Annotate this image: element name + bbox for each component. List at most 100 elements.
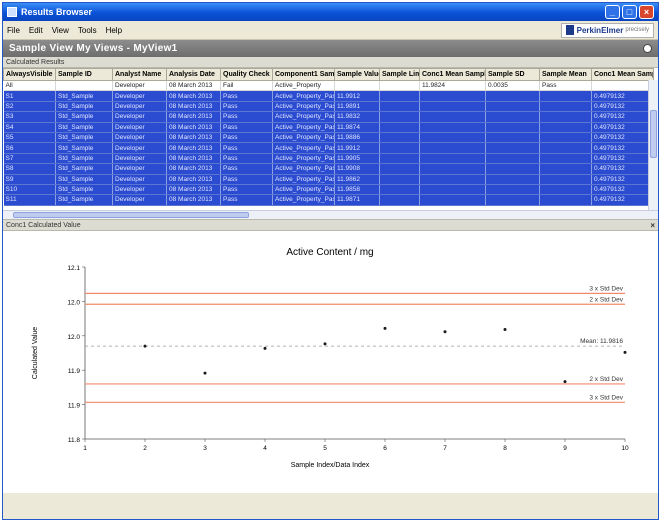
table-row[interactable]: S8 Std_Sample Developer 08 March 2013 Pass Ac… bbox=[3, 163, 654, 175]
table-row[interactable]: S7 Std_Sample Developer 08 March 2013 Pass Ac… bbox=[3, 153, 654, 165]
minimize-button[interactable]: _ bbox=[605, 5, 620, 19]
table-cell: Developer bbox=[112, 80, 167, 92]
table-cell bbox=[419, 90, 486, 102]
y-tick-label: 12.0 bbox=[67, 334, 80, 341]
table-cell: Std_Sample bbox=[55, 101, 113, 113]
results-grid: AlwaysVisible Sample ID Analyst Name Analys… bbox=[3, 68, 658, 210]
table-cell: S1 bbox=[3, 90, 56, 102]
table-cell bbox=[419, 122, 486, 133]
table-cell bbox=[539, 184, 592, 196]
table-row[interactable]: S4 Std_Sample Developer 08 March 2013 Pass Ac… bbox=[3, 122, 654, 133]
table-cell: Active_Property bbox=[272, 80, 335, 92]
x-tick-label: 3 bbox=[203, 445, 207, 452]
column-header[interactable]: Sample SD bbox=[485, 68, 540, 81]
menu-help[interactable]: Help bbox=[106, 26, 122, 35]
table-cell bbox=[485, 163, 540, 175]
table-cell bbox=[539, 194, 592, 206]
view-title: Sample View My Views - MyView1 bbox=[9, 43, 178, 54]
table-cell: Std_Sample bbox=[55, 122, 113, 133]
table-cell bbox=[485, 90, 540, 102]
table-cell: 08 March 2013 bbox=[166, 153, 221, 165]
x-tick-label: 8 bbox=[503, 445, 507, 452]
reference-line-label: 3 x Std Dev bbox=[589, 285, 623, 292]
column-header[interactable]: Sample ID bbox=[55, 68, 113, 81]
table-row[interactable]: S3 Std_Sample Developer 08 March 2013 Pass Ac… bbox=[3, 111, 654, 123]
column-header[interactable]: Analyst Name bbox=[112, 68, 167, 81]
table-cell: Pass bbox=[539, 80, 592, 92]
table-row[interactable]: S2 Std_Sample Developer 08 March 2013 Pass Ac… bbox=[3, 101, 654, 113]
table-cell: 0.4979132 bbox=[591, 101, 654, 113]
chart-panel-title: Conc1 Calculated Value bbox=[6, 221, 81, 229]
scroll-thumb[interactable] bbox=[650, 110, 657, 158]
column-header[interactable]: Conc1 Mean Sample Value bbox=[419, 68, 486, 81]
menu-view[interactable]: View bbox=[52, 26, 69, 35]
table-cell bbox=[419, 184, 486, 196]
column-header[interactable]: Conc1 Mean Sample bbox=[591, 68, 654, 81]
table-cell: 08 March 2013 bbox=[166, 122, 221, 133]
menu-edit[interactable]: Edit bbox=[29, 26, 43, 35]
table-cell: Developer bbox=[112, 132, 167, 144]
horizontal-scrollbar[interactable] bbox=[3, 210, 658, 220]
table-cell: 11.9908 bbox=[334, 163, 380, 175]
maximize-button[interactable]: □ bbox=[622, 5, 637, 19]
column-header[interactable]: Analysis Date bbox=[166, 68, 221, 81]
table-cell: S8 bbox=[3, 163, 56, 175]
table-cell: Std_Sample bbox=[55, 90, 113, 102]
pin-icon[interactable] bbox=[643, 44, 652, 53]
table-cell: 11.9912 bbox=[334, 90, 380, 102]
table-cell: Pass bbox=[220, 153, 273, 165]
table-cell: 08 March 2013 bbox=[166, 174, 221, 185]
menu-tools[interactable]: Tools bbox=[78, 26, 97, 35]
table-cell: 08 March 2013 bbox=[166, 184, 221, 196]
table-cell: 0.4979132 bbox=[591, 174, 654, 185]
table-cell: Developer bbox=[112, 163, 167, 175]
table-cell: Active_Property_Pass bbox=[272, 184, 335, 196]
column-header[interactable]: Quality Check bbox=[220, 68, 273, 81]
table-cell: S2 bbox=[3, 101, 56, 113]
table-row[interactable]: S1 Std_Sample Developer 08 March 2013 Pass Ac… bbox=[3, 90, 654, 102]
column-header[interactable]: Sample Value bbox=[334, 68, 380, 81]
table-cell: 0.4979132 bbox=[591, 184, 654, 196]
scroll-thumb[interactable] bbox=[13, 212, 249, 218]
menu-file[interactable]: File bbox=[7, 26, 20, 35]
table-cell bbox=[485, 153, 540, 165]
menu-bar: File Edit View Tools Help PerkinElmer pr… bbox=[3, 21, 658, 40]
table-cell: 11.9862 bbox=[334, 174, 380, 185]
column-header[interactable]: Sample Mean bbox=[539, 68, 592, 81]
table-cell bbox=[539, 111, 592, 123]
table-row[interactable]: S6 Std_Sample Developer 08 March 2013 Pass Ac… bbox=[3, 142, 654, 154]
table-cell: Std_Sample bbox=[55, 184, 113, 196]
table-cell bbox=[379, 184, 420, 196]
table-cell: Pass bbox=[220, 194, 273, 206]
data-point bbox=[443, 330, 447, 334]
results-panel-header: Calculated Results bbox=[3, 57, 658, 68]
vertical-scrollbar[interactable] bbox=[648, 80, 658, 210]
table-header-row: AlwaysVisible Sample ID Analyst Name Analys… bbox=[3, 68, 654, 81]
table-cell bbox=[485, 194, 540, 206]
table-row[interactable]: S11 Std_Sample Developer 08 March 2013 Pass A… bbox=[3, 194, 654, 206]
table-cell: S11 bbox=[3, 194, 56, 206]
table-cell: S6 bbox=[3, 142, 56, 154]
table-cell: Developer bbox=[112, 90, 167, 102]
column-header[interactable]: AlwaysVisible bbox=[3, 68, 56, 81]
table-row[interactable]: S5 Std_Sample Developer 08 March 2013 Pass Ac… bbox=[3, 132, 654, 144]
close-icon[interactable]: × bbox=[650, 221, 655, 230]
table-cell: Pass bbox=[220, 132, 273, 144]
close-button[interactable]: × bbox=[639, 5, 654, 19]
table-cell bbox=[485, 142, 540, 154]
table-cell: 0.4979132 bbox=[591, 153, 654, 165]
table-cell: 11.9905 bbox=[334, 153, 380, 165]
column-header[interactable]: Sample Lim bbox=[379, 68, 420, 81]
table-cell: Fail bbox=[220, 80, 273, 92]
table-row[interactable]: S10 Std_Sample Developer 08 March 2013 Pass A… bbox=[3, 184, 654, 196]
table-row[interactable]: All Developer 08 March 2013 Fail Active_Prop… bbox=[3, 80, 654, 92]
table-cell bbox=[485, 174, 540, 185]
table-cell bbox=[539, 132, 592, 144]
table-cell: Pass bbox=[220, 163, 273, 175]
title-bar[interactable]: Results Browser _ □ × bbox=[3, 3, 658, 21]
table-cell: 08 March 2013 bbox=[166, 163, 221, 175]
table-row[interactable]: S9 Std_Sample Developer 08 March 2013 Pass Ac… bbox=[3, 174, 654, 185]
table-cell: 11.9886 bbox=[334, 132, 380, 144]
table-cell: 08 March 2013 bbox=[166, 142, 221, 154]
column-header[interactable]: Component1 Sample Result bbox=[272, 68, 335, 81]
